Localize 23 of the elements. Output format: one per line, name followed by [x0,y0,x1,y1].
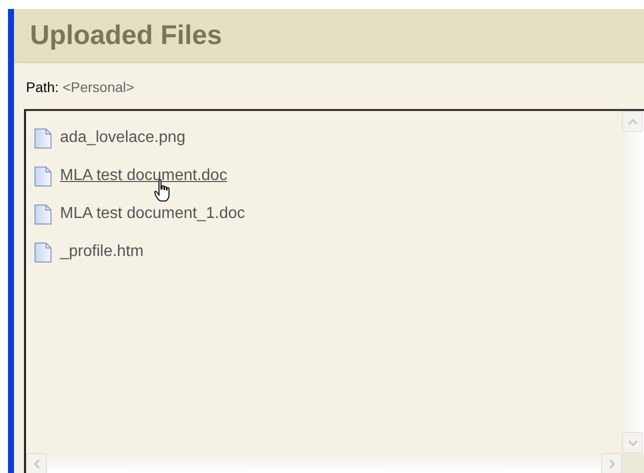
chevron-up-icon [628,118,638,124]
chevron-left-icon [34,458,40,468]
scroll-up-button[interactable] [622,111,643,132]
document-icon [34,166,52,186]
chevron-right-icon [608,458,614,468]
document-icon [34,204,52,224]
scroll-down-button[interactable] [622,432,643,453]
file-link[interactable]: ada_lovelace.png [60,126,186,150]
chevron-down-icon [628,440,638,446]
vertical-scrollbar[interactable] [622,111,644,453]
hand-cursor-icon [154,179,172,203]
path-value: <Personal> [62,79,134,95]
scroll-right-button[interactable] [601,453,622,473]
scrollbar-corner [622,453,644,473]
path-label: Path: [26,79,59,95]
scroll-left-button[interactable] [26,453,47,473]
document-icon [34,242,52,262]
file-link[interactable]: _profile.htm [60,240,144,264]
file-link[interactable]: MLA test document.doc [60,164,228,188]
panel-title: Uploaded Files [30,19,222,52]
document-icon [34,128,52,148]
file-link[interactable]: MLA test document_1.doc [60,202,245,226]
horizontal-scrollbar[interactable] [26,453,622,473]
